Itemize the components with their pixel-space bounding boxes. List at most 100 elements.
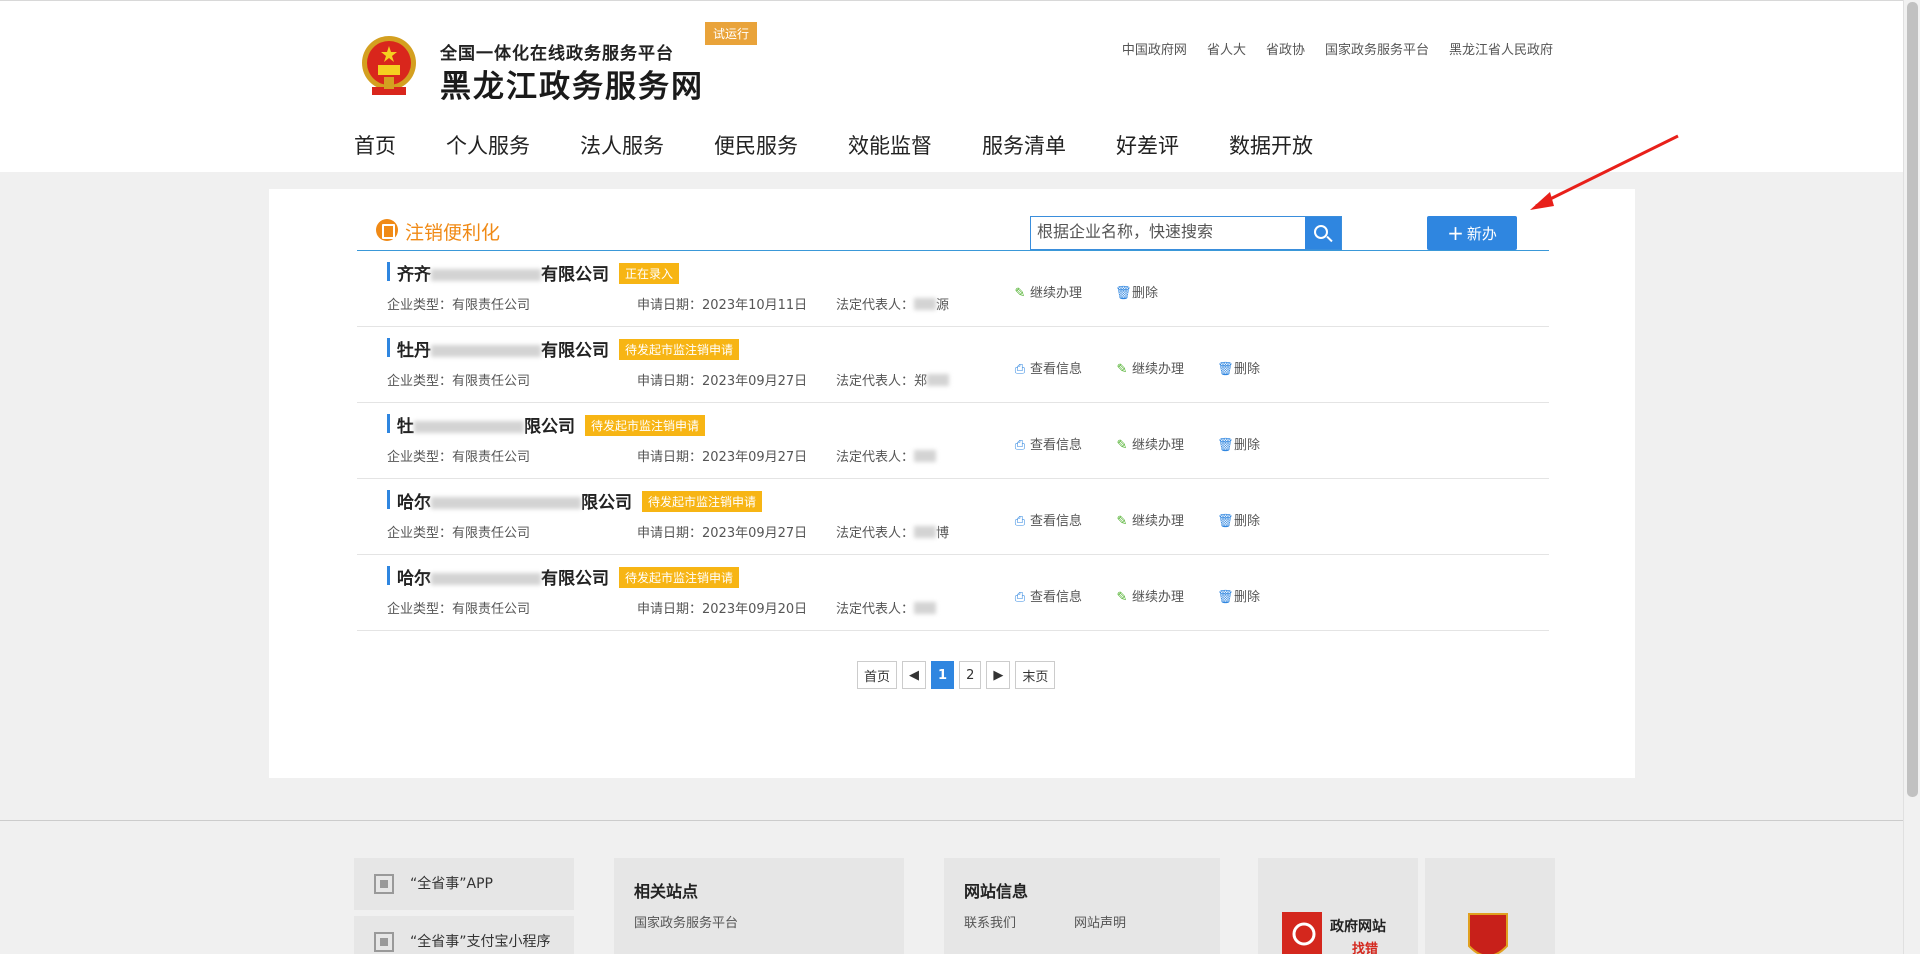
nav-supervision[interactable]: 效能监督 (848, 130, 932, 160)
search-input[interactable] (1031, 217, 1305, 249)
trash-icon: 🗑 (1115, 286, 1132, 301)
status-badge: 待发起市监注销申请 (619, 339, 740, 360)
nav-home[interactable]: 首页 (354, 130, 396, 160)
status-badge: 正在录入 (619, 263, 680, 284)
delete-button[interactable]: 🗑删除 (1217, 510, 1260, 529)
company-type: 企业类型：有限责任公司 (387, 450, 531, 465)
pencil-icon: ✎ (1116, 438, 1128, 453)
gov-site-badge-sub: 找错 (1352, 942, 1379, 954)
delete-button[interactable]: 🗑删除 (1217, 358, 1260, 377)
new-application-button[interactable]: + 新办 (1427, 216, 1517, 250)
nav-open-data[interactable]: 数据开放 (1229, 130, 1313, 160)
site-logo[interactable]: 全国一体化在线政务服务平台 黑龙江政务服务网 试运行 (358, 22, 798, 105)
page-next[interactable]: ▶ (986, 661, 1011, 689)
redacted-block (927, 374, 950, 386)
view-doc-icon: ⎙ (1014, 514, 1026, 529)
apply-date: 申请日期：2023年09月27日 (637, 526, 808, 541)
page-first[interactable]: 首页 (857, 661, 898, 689)
gov-site-badge-label: 政府网站 (1330, 919, 1386, 935)
company-name-start: 哈尔 (397, 493, 431, 513)
redacted-block (431, 497, 581, 509)
top-link-cppcc[interactable]: 省政协 (1266, 39, 1305, 58)
nav-legal-person[interactable]: 法人服务 (580, 130, 664, 160)
view-button[interactable]: ⎙ 查看信息 (1013, 358, 1082, 377)
continue-button[interactable]: ✎ 继续办理 (1115, 510, 1184, 529)
company-name[interactable]: 哈尔 限公司 待发起市监注销申请 (387, 488, 763, 513)
footer-alipay-link[interactable]: “全省事”支付宝小程序 (354, 916, 574, 954)
company-type: 企业类型：有限责任公司 (387, 374, 531, 389)
delete-button[interactable]: 🗑删除 (1217, 434, 1260, 453)
continue-button[interactable]: ✎ 继续办理 (1115, 586, 1184, 605)
company-name-end: 有限公司 (541, 569, 609, 589)
company-name[interactable]: 齐齐 有限公司 正在录入 (387, 260, 680, 285)
site-footer: “全省事”APP “全省事”支付宝小程序 相关站点 国家政务服务平台 网站信息 … (0, 821, 1903, 954)
plus-icon: + (1447, 221, 1464, 245)
company-name-start: 哈尔 (397, 569, 431, 589)
top-link-gov[interactable]: 中国政府网 (1122, 39, 1187, 58)
nav-personal[interactable]: 个人服务 (446, 130, 530, 160)
qr-code-icon (374, 874, 394, 894)
legal-rep: 法定代表人：源 (836, 298, 950, 313)
party-org-badge[interactable] (1425, 858, 1555, 954)
magnifier-badge-icon (1282, 912, 1322, 954)
nav-rating[interactable]: 好差评 (1116, 130, 1179, 160)
redacted-block (914, 298, 937, 310)
continue-button[interactable]: ✎ 继续办理 (1115, 434, 1184, 453)
nav-service-list[interactable]: 服务清单 (982, 130, 1066, 160)
delete-button[interactable]: 🗑删除 (1115, 282, 1158, 301)
legal-rep: 法定代表人：博 (836, 526, 950, 541)
view-button[interactable]: ⎙ 查看信息 (1013, 586, 1082, 605)
search-button[interactable] (1305, 217, 1341, 249)
company-name[interactable]: 哈尔 有限公司 待发起市监注销申请 (387, 564, 740, 589)
pencil-icon: ✎ (1116, 590, 1128, 605)
delete-button[interactable]: 🗑删除 (1217, 586, 1260, 605)
site-info-statement[interactable]: 网站声明 (1074, 912, 1126, 931)
search-box (1030, 216, 1342, 250)
main-panel: 注销便利化 + 新办 齐齐有限公司正在录入企业类型：有限责任公司申请日期：202… (269, 189, 1635, 778)
top-link-province-gov[interactable]: 黑龙江省人民政府 (1449, 39, 1553, 58)
page-1[interactable]: 1 (931, 661, 955, 689)
company-name-start: 牡 (397, 417, 414, 437)
view-doc-icon: ⎙ (1014, 590, 1026, 605)
page-prev[interactable]: ◀ (902, 661, 927, 689)
status-badge: 待发起市监注销申请 (585, 415, 706, 436)
trash-icon: 🗑 (1217, 362, 1234, 377)
page-scrollbar[interactable] (1903, 0, 1920, 954)
view-doc-icon: ⎙ (1014, 438, 1026, 453)
site-title: 黑龙江政务服务网 (440, 69, 704, 105)
page-2[interactable]: 2 (959, 661, 982, 689)
trash-icon: 🗑 (1217, 438, 1234, 453)
continue-button[interactable]: ✎ 继续办理 (1013, 282, 1082, 301)
gov-site-badge[interactable]: 政府网站 找错 (1258, 858, 1418, 954)
redacted-block (914, 526, 937, 538)
company-name[interactable]: 牡 限公司 待发起市监注销申请 (387, 412, 706, 437)
pencil-icon: ✎ (1116, 362, 1128, 377)
legal-rep: 法定代表人： (836, 598, 937, 617)
redacted-block (431, 345, 541, 357)
pencil-icon: ✎ (1116, 514, 1128, 529)
company-name-end: 限公司 (581, 493, 632, 513)
footer-alipay-label: “全省事”支付宝小程序 (410, 934, 551, 950)
edit-note-icon (376, 219, 398, 241)
footer-app-link[interactable]: “全省事”APP (354, 858, 574, 910)
continue-button[interactable]: ✎ 继续办理 (1115, 358, 1184, 377)
company-type: 企业类型：有限责任公司 (387, 298, 531, 313)
page-last[interactable]: 末页 (1015, 661, 1056, 689)
top-link-npc[interactable]: 省人大 (1207, 39, 1246, 58)
site-info-contact[interactable]: 联系我们 (964, 912, 1016, 931)
view-button[interactable]: ⎙ 查看信息 (1013, 510, 1082, 529)
view-doc-icon: ⎙ (1014, 362, 1026, 377)
footer-related-sites: 相关站点 国家政务服务平台 (614, 858, 904, 954)
related-sites-title: 相关站点 (634, 882, 699, 901)
company-type: 企业类型：有限责任公司 (387, 526, 531, 541)
site-info-title: 网站信息 (964, 882, 1029, 901)
company-name[interactable]: 牡丹 有限公司 待发起市监注销申请 (387, 336, 740, 361)
top-link-national-platform[interactable]: 国家政务服务平台 (1325, 39, 1429, 58)
company-name-end: 有限公司 (541, 265, 609, 285)
related-link-national-platform[interactable]: 国家政务服务平台 (634, 912, 738, 931)
view-button[interactable]: ⎙ 查看信息 (1013, 434, 1082, 453)
nav-convenience[interactable]: 便民服务 (714, 130, 798, 160)
scrollbar-thumb[interactable] (1907, 2, 1918, 797)
company-name-end: 有限公司 (541, 341, 609, 361)
apply-date: 申请日期：2023年10月11日 (637, 298, 808, 313)
